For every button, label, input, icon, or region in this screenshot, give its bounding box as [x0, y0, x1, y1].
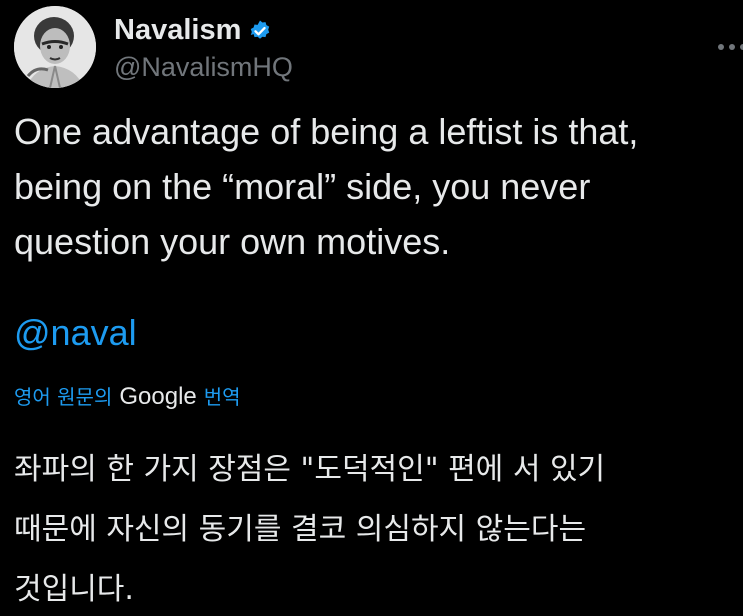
google-label: Google	[119, 383, 197, 410]
translated-text: 좌파의 한 가지 장점은 "도덕적인" 편에 서 있기 때문에 자신의 동기를 …	[14, 452, 606, 607]
name-row: Navalism	[114, 12, 293, 50]
tweet-text: One advantage of being a leftist is that…	[14, 111, 639, 262]
avatar[interactable]	[14, 6, 96, 88]
verified-badge-icon	[248, 19, 272, 43]
author-names: Navalism @NavalismHQ	[114, 12, 293, 83]
translation-prefix: 영어 원문의	[14, 385, 113, 409]
author-handle[interactable]: @NavalismHQ	[114, 52, 293, 83]
more-options-icon[interactable]	[717, 28, 743, 58]
display-name[interactable]: Navalism	[114, 14, 241, 47]
translation-label[interactable]: 영어 원문의 Google 번역	[14, 381, 241, 411]
tweet-card: Navalism @NavalismHQ One advantage of be…	[0, 0, 743, 616]
translation-suffix: 번역	[203, 385, 241, 409]
tweet-header: Navalism @NavalismHQ	[14, 6, 293, 88]
portrait-avatar-image	[14, 6, 96, 88]
mention-link[interactable]: @naval	[14, 312, 137, 354]
